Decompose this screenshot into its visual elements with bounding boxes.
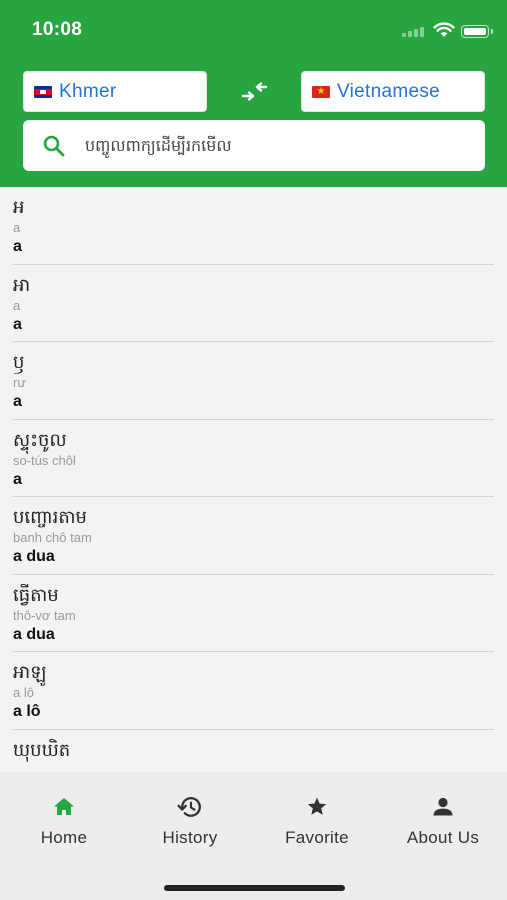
khmer-word: ឃុបឃិត [13,739,71,761]
battery-icon [461,25,493,38]
romanization: rư [13,375,27,390]
vietnam-flag-icon [312,85,330,98]
status-bar: 10:08 [0,0,507,60]
khmer-word: អ [13,197,25,218]
khmer-word: ស្ទុះចូល [13,429,67,451]
source-language-label: Khmer [59,80,117,102]
khmer-word: បញ្ចោរតាម [13,507,87,528]
person-icon [433,797,453,816]
word-row[interactable]: ឃុបឃិត [0,730,507,773]
translation: a [13,238,22,255]
translation: a dua [13,548,55,565]
word-row[interactable]: ធ្វើតាម thô-vơ tam a dua [0,575,507,653]
history-icon [177,797,201,817]
romanization: so-tús chôl [13,452,76,468]
cellular-signal-icon [402,27,426,37]
star-icon [307,797,327,815]
romanization: a [13,297,21,313]
translation: a dua [13,625,55,643]
khmer-word: ធ្វើតាម [13,584,59,606]
cambodia-flag-icon [34,85,52,98]
romanization: thô-vơ tam [13,607,76,623]
search-icon [43,135,65,157]
word-list[interactable]: អ a a អា a a ឫ rư a ស្ទុះចូល so-tús chôl… [0,187,507,772]
tab-about-us[interactable]: About Us [380,772,506,862]
swap-languages-icon[interactable] [240,82,270,102]
word-row[interactable]: អាឡូ a lô a lô [0,652,507,730]
tab-label: History [162,828,218,847]
romanization: a lô [13,685,34,700]
translation: a [13,393,22,410]
word-row[interactable]: ឫ rư a [0,342,507,420]
home-indicator [164,885,345,891]
romanization: a [13,220,21,235]
tab-label: Home [40,828,88,847]
word-row[interactable]: ស្ទុះចូល so-tús chôl a [0,420,507,498]
tab-label: About Us [406,828,480,847]
translation: a [13,315,22,333]
romanization: banh chô tam [13,530,92,545]
khmer-word: អាឡូ [13,662,47,683]
bottom-tab-bar: Home History Favorite About Us [0,772,507,900]
tab-history[interactable]: History [127,772,253,862]
search-bar[interactable] [23,120,485,171]
wifi-icon [433,22,455,37]
khmer-word: ឫ [13,352,25,373]
khmer-word: អា [13,274,31,296]
tab-favorite[interactable]: Favorite [254,772,380,862]
translation: a [13,470,22,488]
source-language-selector[interactable]: Khmer [23,71,207,112]
translation: a lô [13,703,41,720]
target-language-label: Vietnamese [337,80,440,102]
tab-home[interactable]: Home [1,772,127,862]
word-row[interactable]: បញ្ចោរតាម banh chô tam a dua [0,497,507,575]
romanization [13,762,507,773]
app-header: 10:08 Khmer Vietnamese [0,0,507,187]
status-time: 10:08 [32,19,83,40]
tab-label: Favorite [285,828,349,847]
home-icon [54,798,74,815]
search-input[interactable] [85,120,475,171]
word-row[interactable]: អា a a [0,265,507,343]
target-language-selector[interactable]: Vietnamese [301,71,485,112]
word-row[interactable]: អ a a [0,187,507,265]
